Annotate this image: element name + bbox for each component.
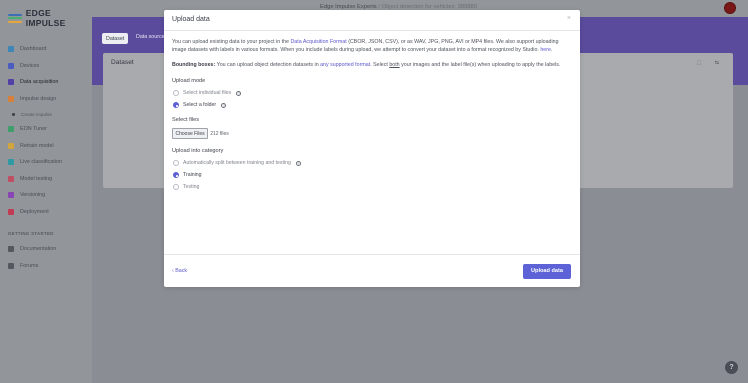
dataset-card-actions-icon[interactable]: ⬚ ⇆ <box>697 60 725 66</box>
avatar[interactable] <box>724 2 736 14</box>
testing-icon <box>8 175 14 182</box>
sidebar-item-versioning[interactable]: Versioning <box>0 187 92 204</box>
forums-icon <box>8 262 14 269</box>
dataset-card-title: Dataset <box>111 59 134 66</box>
supported-format-link[interactable]: any supported format <box>320 62 370 68</box>
deploy-icon <box>8 208 14 215</box>
mode-folder-label: Select a folder <box>183 102 217 109</box>
category-testing-label: Testing <box>183 184 200 191</box>
device-icon <box>8 62 14 69</box>
sidebar-item-devices[interactable]: Devices <box>0 58 92 75</box>
bounding-boxes-text: Bounding boxes: You can upload object de… <box>172 62 572 70</box>
info-icon: ? <box>236 90 242 96</box>
sidebar: EDGE IMPULSE Dashboard Devices Data acquis… <box>0 0 92 383</box>
sidebar-item-eon-tuner[interactable]: EON Tuner <box>0 121 92 138</box>
sidebar-item-label: Forums <box>20 262 39 269</box>
sidebar-item-model-testing[interactable]: Model testing <box>0 171 92 188</box>
sidebar-item-label: EON Tuner <box>20 126 47 133</box>
sidebar-item-label: Retrain model <box>20 142 54 149</box>
sidebar-item-impulse-design[interactable]: Impulse design <box>0 91 92 108</box>
bb-text-2: . Select <box>370 61 390 68</box>
upload-data-modal: Upload data × You can upload existing da… <box>164 10 580 287</box>
category-training-label: Training <box>183 172 202 179</box>
sidebar-item-label: Create impulse <box>21 111 52 117</box>
sidebar-item-documentation[interactable]: Documentation <box>0 241 92 258</box>
sidebar-item-dashboard[interactable]: Dashboard <box>0 41 92 58</box>
info-icon: ? <box>221 102 227 108</box>
close-icon[interactable]: × <box>567 15 571 22</box>
dot-icon <box>12 112 15 116</box>
category-testing-option[interactable]: Testing <box>172 184 572 191</box>
file-picker: Choose Files 212 files <box>172 128 572 140</box>
intro-text: You can upload existing data to your pro… <box>172 39 572 55</box>
data-acquisition-format-link[interactable]: Data Acquisition Format <box>290 39 346 45</box>
sidebar-item-label: Live classification <box>20 159 62 166</box>
select-files-label: Select files <box>172 117 200 124</box>
live-icon <box>8 159 14 166</box>
sidebar-item-label: Deployment <box>20 208 49 215</box>
modal-body: You can upload existing data to your pro… <box>172 39 572 191</box>
sidebar-item-forums[interactable]: Forums <box>0 258 92 275</box>
sidebar-item-label: Model testing <box>20 175 53 182</box>
database-icon <box>8 79 14 86</box>
category-label: Upload into category <box>172 148 224 155</box>
mode-individual-radio[interactable] <box>173 90 179 97</box>
sidebar-item-deployment[interactable]: Deployment <box>0 204 92 221</box>
modal-footer: ‹ Back Upload data <box>164 254 580 287</box>
sidebar-nav: Dashboard Devices Data acquisition Impulse … <box>0 41 92 274</box>
mode-folder-option[interactable]: Select a folder ? <box>172 102 572 109</box>
modal-title: Upload data <box>172 16 210 23</box>
upload-mode-label: Upload mode <box>172 78 206 85</box>
monitor-icon <box>8 46 14 53</box>
tuner-icon <box>8 126 14 133</box>
here-link[interactable]: here <box>540 47 551 53</box>
sidebar-item-data-acquisition[interactable]: Data acquisition <box>0 74 92 91</box>
bb-text-1: You can upload object detection datasets… <box>215 61 321 68</box>
logo: EDGE IMPULSE <box>8 8 92 28</box>
back-link[interactable]: ‹ Back <box>172 268 187 274</box>
category-training-radio[interactable] <box>173 172 179 179</box>
category-testing-radio[interactable] <box>173 184 179 191</box>
sidebar-item-retrain-model[interactable]: Retrain model <box>0 138 92 155</box>
sidebar-item-live-classification[interactable]: Live classification <box>0 154 92 171</box>
category-auto-label: Automatically split between training and… <box>183 160 291 167</box>
sidebar-item-label: Dashboard <box>20 46 47 53</box>
info-icon: ? <box>295 160 301 166</box>
tab-data-sources[interactable]: Data sources <box>136 34 167 40</box>
docs-icon <box>8 246 14 253</box>
versioning-icon <box>8 192 14 199</box>
bounding-boxes-label: Bounding boxes: <box>172 61 216 68</box>
modal-header: Upload data × <box>164 10 580 31</box>
sidebar-item-label: Data acquisition <box>20 79 59 86</box>
sidebar-item-label: Impulse design <box>20 95 57 102</box>
sidebar-item-label: Devices <box>20 62 40 69</box>
sidebar-item-label: Versioning <box>20 192 46 199</box>
files-count: 212 files <box>210 130 229 137</box>
mode-folder-radio[interactable] <box>173 102 179 109</box>
intro-text-3: . <box>550 46 553 53</box>
category-auto-option[interactable]: Automatically split between training and… <box>172 160 572 167</box>
impulse-icon <box>8 95 14 102</box>
upload-data-button[interactable]: Upload data <box>523 264 571 279</box>
logo-icon <box>8 13 22 23</box>
sidebar-section-label: GETTING STARTED <box>8 231 54 236</box>
logo-text: EDGE IMPULSE <box>25 8 66 28</box>
mode-individual-label: Select individual files <box>183 90 232 97</box>
bb-text-both: both <box>389 61 400 68</box>
sidebar-item-create-impulse[interactable]: Create impulse <box>0 107 92 121</box>
category-training-option[interactable]: Training <box>172 172 572 179</box>
mode-individual-option[interactable]: Select individual files ? <box>172 90 572 97</box>
bb-text-3: your images and the label file(s) when u… <box>399 61 561 68</box>
tab-dataset[interactable]: Dataset <box>102 33 129 44</box>
retrain-icon <box>8 142 14 149</box>
sidebar-item-label: Documentation <box>20 246 57 253</box>
choose-files-button[interactable]: Choose Files <box>172 128 209 140</box>
intro-text-1: You can upload existing data to your pro… <box>172 39 291 45</box>
category-auto-radio[interactable] <box>173 160 179 167</box>
help-icon[interactable]: ? <box>725 361 738 374</box>
